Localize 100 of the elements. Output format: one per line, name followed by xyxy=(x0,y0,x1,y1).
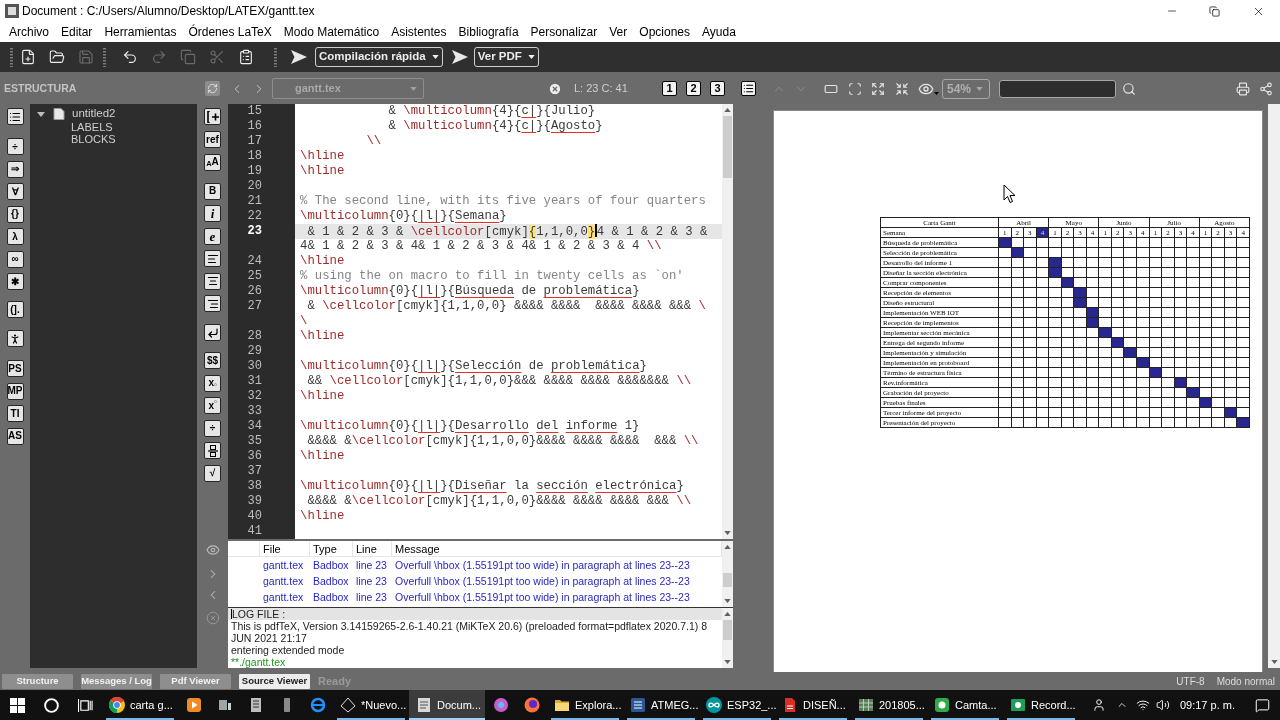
menu-item[interactable]: Opciones xyxy=(633,24,696,40)
symbol-button[interactable]: MP xyxy=(6,382,24,400)
search-icon[interactable] xyxy=(1122,81,1136,96)
wifi-icon[interactable] xyxy=(1135,698,1150,712)
symbol-button[interactable]: i xyxy=(204,205,221,222)
menu-item[interactable]: Editar xyxy=(55,24,99,40)
file-plus-icon[interactable] xyxy=(19,49,36,65)
view-button[interactable]: 1 xyxy=(662,81,677,96)
shrink-icon[interactable] xyxy=(895,81,909,96)
symbol-button[interactable]: x$^{▫}$ xyxy=(204,397,221,414)
panel-tab[interactable]: Source Viewer xyxy=(239,673,310,689)
taskbar-app[interactable]: 201805... xyxy=(851,690,927,720)
expand-icon[interactable] xyxy=(871,81,885,96)
taskbar-app[interactable]: carta g... xyxy=(102,690,178,720)
symbol-button[interactable]: ÷ xyxy=(6,138,24,155)
scrollbar[interactable] xyxy=(722,104,733,539)
folder-icon[interactable] xyxy=(48,49,65,65)
printer-icon[interactable] xyxy=(1236,81,1250,96)
code-line: & 1 & 2 & 3 & \cellcolor[cmyk]{1,1,0,0}4 & 1 & 2 & 3 & xyxy=(306,224,708,239)
scrollbar[interactable] xyxy=(1268,104,1280,668)
taskbar-app[interactable]: DISEÑ... xyxy=(775,690,851,720)
menu-item[interactable]: Herramientas xyxy=(98,24,183,40)
figure-button[interactable] xyxy=(6,330,24,347)
toolbar-grip-icon[interactable] xyxy=(10,47,13,67)
menu-item[interactable]: Modo Matemático xyxy=(277,24,386,40)
person-icon[interactable] xyxy=(1091,698,1106,712)
scrollbar-thumb[interactable] xyxy=(723,573,732,587)
symbol-button[interactable]: PS xyxy=(6,360,24,377)
compile-dropdown[interactable]: Compilación rápida xyxy=(315,47,443,67)
return-button[interactable] xyxy=(204,324,221,341)
notification-icon[interactable] xyxy=(1255,697,1270,713)
scrollbar-thumb[interactable] xyxy=(723,116,732,178)
symbol-button[interactable]: $$ xyxy=(204,352,221,369)
symbol-button[interactable]: {} xyxy=(6,205,24,223)
menu-item[interactable]: Ayuda xyxy=(696,24,742,40)
taskbar-app[interactable]: *Nuevo... xyxy=(333,690,409,720)
symbol-button[interactable]: λ xyxy=(6,228,24,245)
caret-icon xyxy=(724,612,731,616)
symbol-button[interactable]: $_{A}$A xyxy=(204,153,221,171)
taskbar-app[interactable]: Camta... xyxy=(927,690,1003,720)
menu-item[interactable]: Asistentes xyxy=(385,24,453,40)
column-header[interactable]: File xyxy=(260,541,310,556)
share-icon[interactable] xyxy=(1259,81,1273,96)
speaker-icon[interactable] xyxy=(1155,698,1170,712)
scan-frame-icon[interactable] xyxy=(848,81,862,96)
toolbar-grip-icon[interactable] xyxy=(274,47,277,67)
taskbar-app[interactable]: Docum... xyxy=(409,690,485,720)
toolbar-grip-icon[interactable] xyxy=(103,47,106,67)
symbol-button[interactable]: AS xyxy=(6,427,24,445)
symbol-button[interactable]: TI xyxy=(6,405,24,422)
view-button[interactable]: 3 xyxy=(710,81,725,96)
symbol-button[interactable]: x$_{▫}$ xyxy=(204,374,221,392)
symbol-button[interactable]: ref xyxy=(204,131,221,148)
view-pdf-dropdown[interactable]: Ver PDF xyxy=(473,47,539,67)
menu-item[interactable]: Personalizar xyxy=(524,24,604,40)
windows-logo-icon[interactable] xyxy=(9,697,25,713)
view-button[interactable]: 2 xyxy=(686,81,701,96)
symbol-button[interactable]: √ xyxy=(204,464,221,482)
symbol-button[interactable]: e xyxy=(204,227,221,245)
ring-icon xyxy=(309,697,326,713)
symbol-button[interactable]: ∀ xyxy=(6,183,24,200)
taskbar-app[interactable]: Explora... xyxy=(547,690,623,720)
symbol-button[interactable]: ✱ xyxy=(6,273,24,290)
undo-icon[interactable] xyxy=(121,49,138,65)
symbol-button[interactable]: (]. xyxy=(6,301,24,318)
menu-item[interactable]: Órdenes LaTeX xyxy=(182,24,278,40)
task-view-icon[interactable] xyxy=(77,697,93,713)
insert-button[interactable] xyxy=(204,108,221,125)
scrollbar-thumb[interactable] xyxy=(723,620,732,640)
fraction-button[interactable] xyxy=(204,442,221,459)
refresh-button[interactable] xyxy=(205,81,220,96)
taskbar-app[interactable]: ESP32_... xyxy=(699,690,775,720)
menu-item[interactable]: Ver xyxy=(603,24,634,40)
clipboard-icon[interactable] xyxy=(237,49,254,65)
align-center-button[interactable] xyxy=(204,272,221,290)
clock[interactable]: 09:17 p. m. xyxy=(1179,696,1235,714)
circle-icon[interactable] xyxy=(43,697,59,713)
close-file-icon[interactable] xyxy=(548,81,562,96)
align-right-button[interactable] xyxy=(204,295,221,312)
symbol-button[interactable]: ∞ xyxy=(6,250,24,268)
play-icon[interactable] xyxy=(451,50,468,64)
column-header[interactable]: Type xyxy=(310,541,353,556)
taskbar-app[interactable]: Record... xyxy=(1003,690,1079,720)
align-left-button[interactable] xyxy=(204,250,221,267)
taskbar-app[interactable]: ATMEG... xyxy=(623,690,699,720)
symbol-button[interactable]: ÷ xyxy=(204,419,221,437)
rounded-tile-icon xyxy=(934,697,950,713)
column-header[interactable]: Line xyxy=(353,541,392,556)
scrollbar[interactable] xyxy=(722,608,733,668)
menu-item[interactable]: Bibliografía xyxy=(452,24,525,40)
expander-icon[interactable] xyxy=(37,110,45,118)
menu-item[interactable]: Archivo xyxy=(3,24,55,40)
symbol-button[interactable]: ⇒ xyxy=(6,160,24,178)
eye-icon[interactable] xyxy=(205,542,220,557)
search-field[interactable] xyxy=(999,79,1116,98)
play-icon[interactable] xyxy=(291,50,307,64)
symbol-button[interactable]: B xyxy=(204,182,221,200)
list-view-button[interactable] xyxy=(741,81,756,96)
scrollbar[interactable] xyxy=(722,541,733,607)
list-button[interactable] xyxy=(6,108,24,125)
